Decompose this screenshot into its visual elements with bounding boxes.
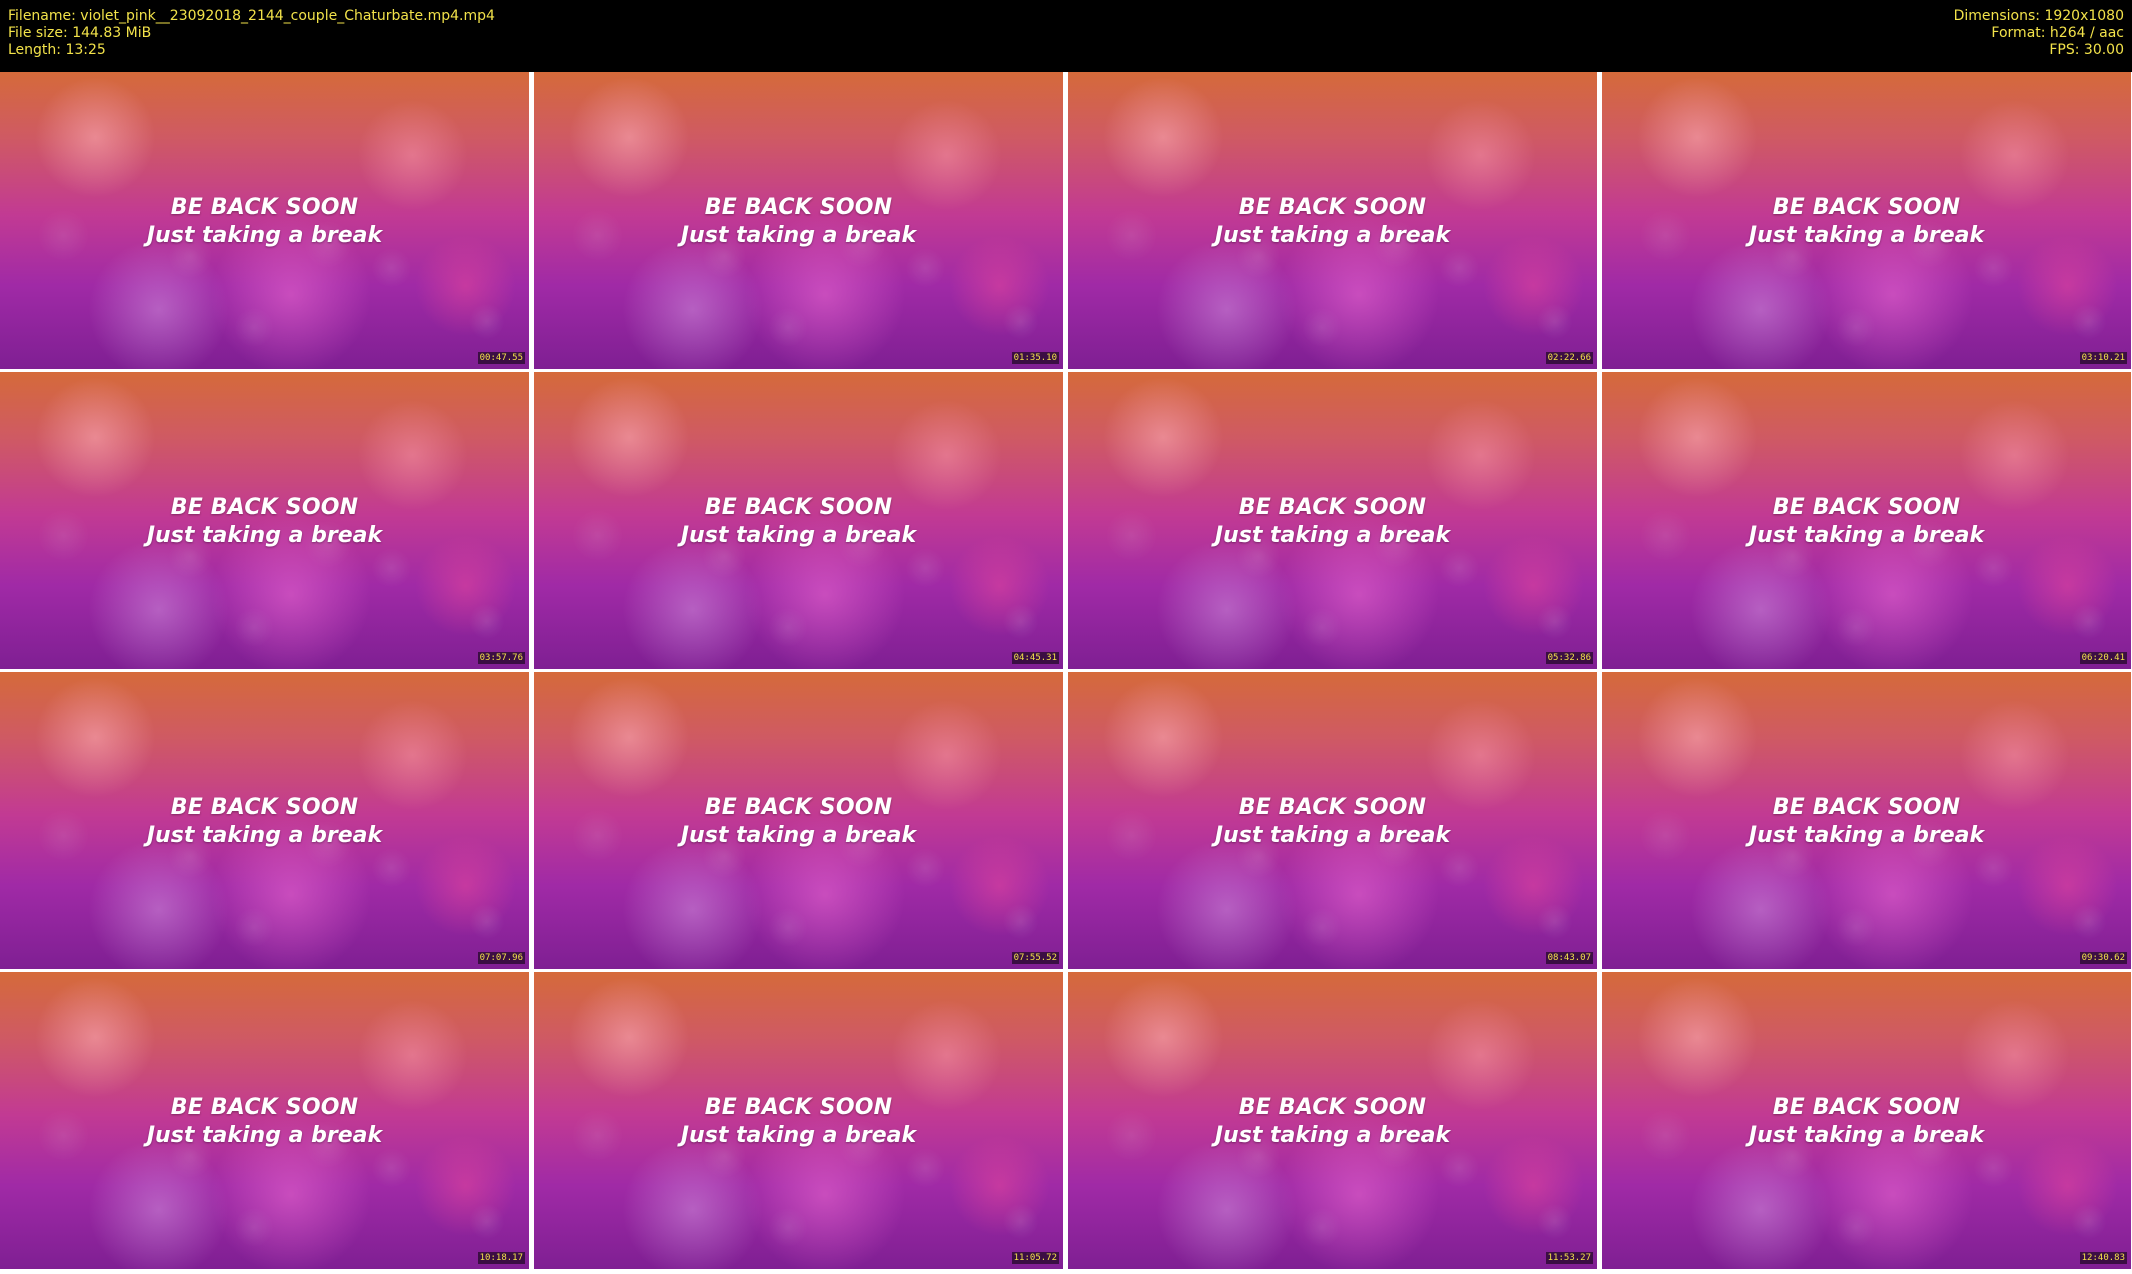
info-header: Filename: violet_pink__23092018_2144_cou… xyxy=(0,0,2132,72)
thumbnail[interactable]: BE BACK SOON Just taking a break 02:22.6… xyxy=(1068,72,1597,369)
timestamp-label: 01:35.10 xyxy=(1011,352,1059,364)
thumbnail[interactable]: BE BACK SOON Just taking a break 10:18.1… xyxy=(0,972,529,1269)
overlay-subtitle: Just taking a break xyxy=(146,1123,383,1148)
thumbnail[interactable]: BE BACK SOON Just taking a break 04:45.3… xyxy=(534,372,1063,669)
overlay-text: BE BACK SOON Just taking a break xyxy=(534,494,1063,550)
overlay-subtitle: Just taking a break xyxy=(146,223,383,248)
length-text: Length: 13:25 xyxy=(8,42,106,58)
overlay-title: BE BACK SOON xyxy=(1772,495,1961,520)
overlay-title: BE BACK SOON xyxy=(1772,1095,1961,1120)
overlay-subtitle: Just taking a break xyxy=(680,1123,917,1148)
overlay-title: BE BACK SOON xyxy=(704,495,893,520)
fps-text: FPS: 30.00 xyxy=(2049,42,2124,58)
thumbnail[interactable]: BE BACK SOON Just taking a break 09:30.6… xyxy=(1602,672,2131,969)
thumbnail[interactable]: BE BACK SOON Just taking a break 07:07.9… xyxy=(0,672,529,969)
overlay-subtitle: Just taking a break xyxy=(1214,223,1451,248)
dimensions-text: Dimensions: 1920x1080 xyxy=(1953,8,2124,24)
overlay-subtitle: Just taking a break xyxy=(1214,823,1451,848)
timestamp-label: 09:30.62 xyxy=(2079,952,2127,964)
overlay-title: BE BACK SOON xyxy=(1772,795,1961,820)
overlay-text: BE BACK SOON Just taking a break xyxy=(0,794,529,850)
overlay-text: BE BACK SOON Just taking a break xyxy=(1068,794,1597,850)
overlay-text: BE BACK SOON Just taking a break xyxy=(1068,1094,1597,1150)
thumbnail[interactable]: BE BACK SOON Just taking a break 12:40.8… xyxy=(1602,972,2131,1269)
overlay-subtitle: Just taking a break xyxy=(680,223,917,248)
thumbnail[interactable]: BE BACK SOON Just taking a break 06:20.4… xyxy=(1602,372,2131,669)
overlay-subtitle: Just taking a break xyxy=(680,823,917,848)
overlay-text: BE BACK SOON Just taking a break xyxy=(0,1094,529,1150)
timestamp-label: 11:53.27 xyxy=(1545,1252,1593,1264)
overlay-title: BE BACK SOON xyxy=(1238,495,1427,520)
overlay-title: BE BACK SOON xyxy=(1238,195,1427,220)
overlay-title: BE BACK SOON xyxy=(170,1095,359,1120)
overlay-title: BE BACK SOON xyxy=(704,195,893,220)
overlay-subtitle: Just taking a break xyxy=(1214,1123,1451,1148)
timestamp-label: 03:10.21 xyxy=(2079,352,2127,364)
overlay-subtitle: Just taking a break xyxy=(146,523,383,548)
overlay-title: BE BACK SOON xyxy=(170,795,359,820)
overlay-text: BE BACK SOON Just taking a break xyxy=(0,194,529,250)
overlay-text: BE BACK SOON Just taking a break xyxy=(0,494,529,550)
timestamp-label: 04:45.31 xyxy=(1011,652,1059,664)
video-info: Dimensions: 1920x1080 Format: h264 / aac… xyxy=(1954,8,2124,59)
overlay-text: BE BACK SOON Just taking a break xyxy=(1602,494,2131,550)
overlay-subtitle: Just taking a break xyxy=(1748,223,1985,248)
overlay-title: BE BACK SOON xyxy=(1772,195,1961,220)
overlay-text: BE BACK SOON Just taking a break xyxy=(534,194,1063,250)
thumbnail[interactable]: BE BACK SOON Just taking a break 07:55.5… xyxy=(534,672,1063,969)
overlay-text: BE BACK SOON Just taking a break xyxy=(1602,194,2131,250)
timestamp-label: 05:32.86 xyxy=(1545,652,1593,664)
overlay-text: BE BACK SOON Just taking a break xyxy=(1602,794,2131,850)
timestamp-label: 03:57.76 xyxy=(477,652,525,664)
overlay-subtitle: Just taking a break xyxy=(1748,523,1985,548)
overlay-text: BE BACK SOON Just taking a break xyxy=(1602,1094,2131,1150)
thumbnail-grid: BE BACK SOON Just taking a break 00:47.5… xyxy=(0,72,2132,1274)
timestamp-label: 12:40.83 xyxy=(2079,1252,2127,1264)
overlay-subtitle: Just taking a break xyxy=(680,523,917,548)
thumbnail[interactable]: BE BACK SOON Just taking a break 11:53.2… xyxy=(1068,972,1597,1269)
overlay-text: BE BACK SOON Just taking a break xyxy=(1068,194,1597,250)
thumbnail[interactable]: BE BACK SOON Just taking a break 03:57.7… xyxy=(0,372,529,669)
thumbnail[interactable]: BE BACK SOON Just taking a break 11:05.7… xyxy=(534,972,1063,1269)
timestamp-label: 06:20.41 xyxy=(2079,652,2127,664)
overlay-subtitle: Just taking a break xyxy=(1748,823,1985,848)
overlay-title: BE BACK SOON xyxy=(170,495,359,520)
timestamp-label: 08:43.07 xyxy=(1545,952,1593,964)
thumbnail[interactable]: BE BACK SOON Just taking a break 08:43.0… xyxy=(1068,672,1597,969)
file-info: Filename: violet_pink__23092018_2144_cou… xyxy=(8,8,495,59)
overlay-title: BE BACK SOON xyxy=(704,795,893,820)
timestamp-label: 07:07.96 xyxy=(477,952,525,964)
overlay-title: BE BACK SOON xyxy=(170,195,359,220)
timestamp-label: 07:55.52 xyxy=(1011,952,1059,964)
filename-text: Filename: violet_pink__23092018_2144_cou… xyxy=(8,8,495,24)
overlay-title: BE BACK SOON xyxy=(1238,1095,1427,1120)
thumbnail[interactable]: BE BACK SOON Just taking a break 01:35.1… xyxy=(534,72,1063,369)
overlay-title: BE BACK SOON xyxy=(704,1095,893,1120)
overlay-subtitle: Just taking a break xyxy=(146,823,383,848)
overlay-text: BE BACK SOON Just taking a break xyxy=(534,794,1063,850)
overlay-text: BE BACK SOON Just taking a break xyxy=(534,1094,1063,1150)
filesize-text: File size: 144.83 MiB xyxy=(8,25,152,41)
format-text: Format: h264 / aac xyxy=(1991,25,2124,41)
overlay-text: BE BACK SOON Just taking a break xyxy=(1068,494,1597,550)
overlay-subtitle: Just taking a break xyxy=(1748,1123,1985,1148)
timestamp-label: 10:18.17 xyxy=(477,1252,525,1264)
thumbnail[interactable]: BE BACK SOON Just taking a break 03:10.2… xyxy=(1602,72,2131,369)
timestamp-label: 11:05.72 xyxy=(1011,1252,1059,1264)
thumbnail[interactable]: BE BACK SOON Just taking a break 00:47.5… xyxy=(0,72,529,369)
overlay-title: BE BACK SOON xyxy=(1238,795,1427,820)
timestamp-label: 02:22.66 xyxy=(1545,352,1593,364)
overlay-subtitle: Just taking a break xyxy=(1214,523,1451,548)
timestamp-label: 00:47.55 xyxy=(477,352,525,364)
thumbnail[interactable]: BE BACK SOON Just taking a break 05:32.8… xyxy=(1068,372,1597,669)
